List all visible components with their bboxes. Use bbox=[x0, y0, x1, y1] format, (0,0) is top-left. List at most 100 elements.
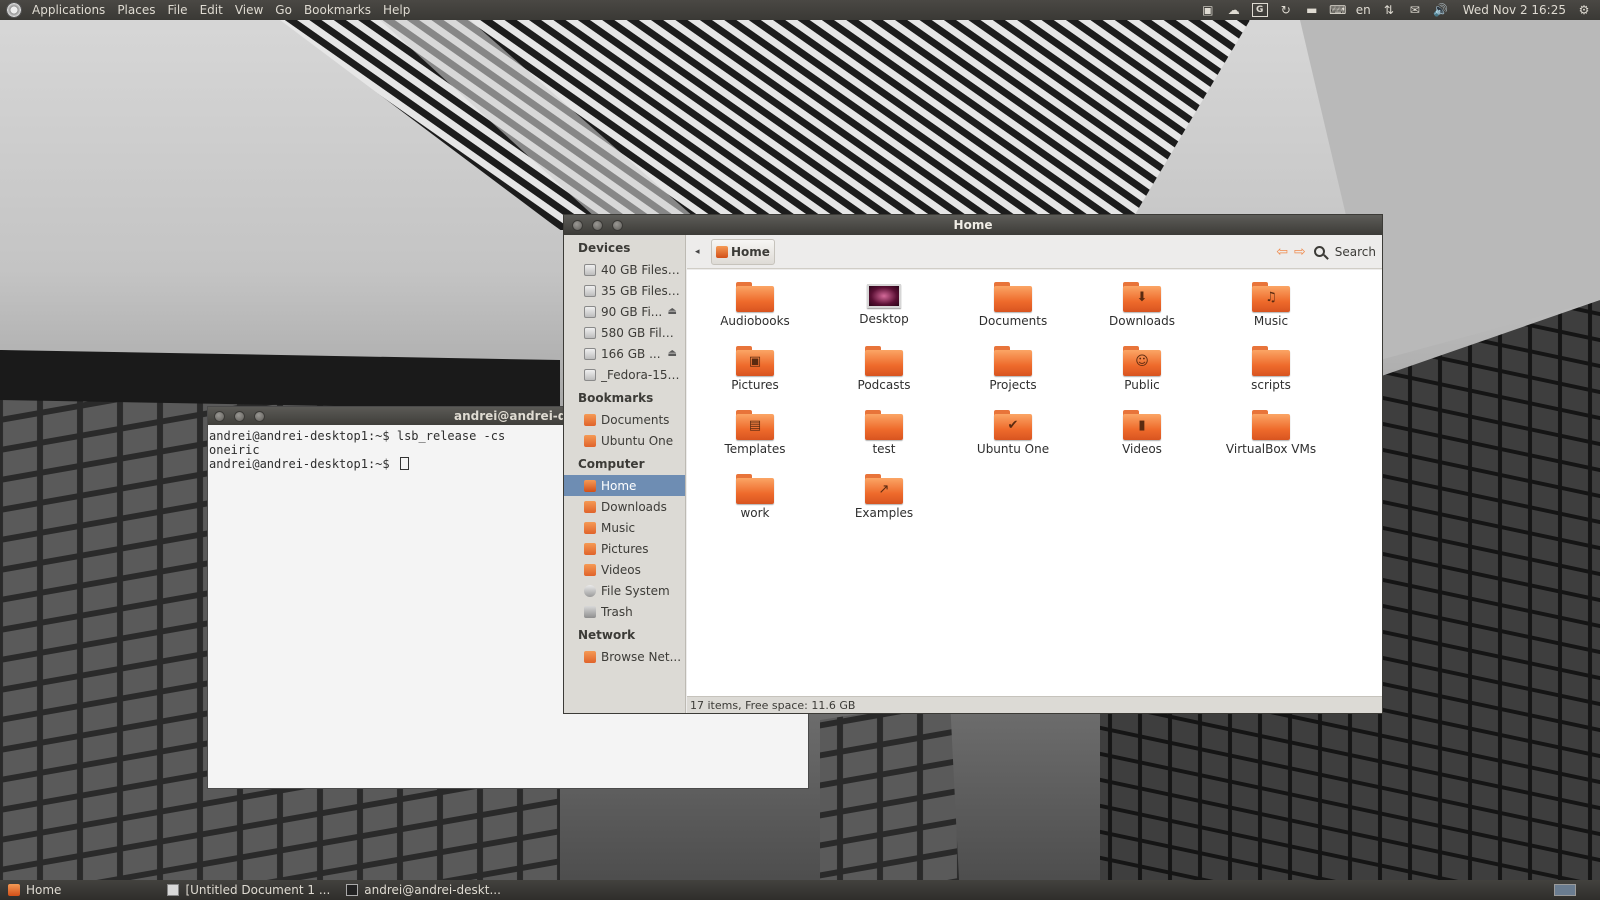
sidebar-item-device[interactable]: _Fedora-15-... bbox=[564, 364, 685, 385]
scroll-left-arrow-icon[interactable]: ◂ bbox=[695, 247, 705, 257]
menu-help[interactable]: Help bbox=[377, 0, 416, 20]
folder-emblem-icon: ♫ bbox=[1265, 290, 1277, 305]
sidebar-header-bookmarks: Bookmarks bbox=[578, 391, 654, 405]
workspace-switcher[interactable] bbox=[1554, 884, 1576, 896]
sidebar-item-ubuntu-one[interactable]: Ubuntu One bbox=[564, 430, 685, 451]
network-icon[interactable]: ▣ bbox=[1200, 3, 1216, 17]
file-item[interactable]: scripts bbox=[1211, 344, 1331, 392]
sync-icon[interactable]: ↻ bbox=[1278, 3, 1294, 17]
sidebar-item-file-system[interactable]: File System bbox=[564, 580, 685, 601]
close-button[interactable] bbox=[214, 410, 225, 422]
folder-emblem-icon: ▤ bbox=[748, 418, 762, 433]
file-item[interactable]: Documents bbox=[953, 280, 1073, 328]
file-item[interactable]: Projects bbox=[953, 344, 1073, 392]
drive-icon bbox=[584, 305, 596, 318]
taskbar-item-gedit[interactable]: [Untitled Document 1 ... bbox=[159, 880, 338, 900]
sidebar-item-trash[interactable]: Trash bbox=[564, 601, 685, 622]
sidebar-item-music[interactable]: Music bbox=[564, 517, 685, 538]
folder-icon bbox=[736, 282, 774, 312]
window-title: Home bbox=[953, 218, 993, 232]
battery-icon[interactable]: ▬ bbox=[1304, 3, 1320, 17]
sidebar-item-home[interactable]: Home bbox=[564, 475, 685, 496]
menu-bookmarks[interactable]: Bookmarks bbox=[298, 0, 377, 20]
file-manager-titlebar[interactable]: Home bbox=[564, 215, 1382, 235]
file-item-label: scripts bbox=[1251, 378, 1291, 392]
sidebar-item-pictures[interactable]: Pictures bbox=[564, 538, 685, 559]
drive-icon bbox=[584, 284, 596, 297]
file-item[interactable]: ▣ Pictures bbox=[695, 344, 815, 392]
file-item[interactable]: Desktop bbox=[824, 280, 944, 326]
file-system-icon bbox=[584, 584, 596, 597]
menu-applications[interactable]: Applications bbox=[26, 0, 111, 20]
file-item[interactable]: ↗ Examples bbox=[824, 472, 944, 520]
sidebar-header-computer: Computer bbox=[578, 457, 645, 471]
sidebar-item-videos[interactable]: Videos bbox=[564, 559, 685, 580]
menu-view[interactable]: View bbox=[229, 0, 269, 20]
folder-emblem-icon: ⬇ bbox=[1136, 290, 1148, 305]
taskbar-item-home[interactable]: Home bbox=[0, 880, 69, 900]
volume-icon[interactable]: 🔊 bbox=[1433, 3, 1449, 17]
folder-emblem-icon: ▮ bbox=[1138, 418, 1146, 433]
cloud-icon[interactable]: ☁ bbox=[1226, 3, 1242, 17]
bottom-panel: Home [Untitled Document 1 ... andrei@and… bbox=[0, 880, 1600, 900]
maximize-button[interactable] bbox=[254, 410, 265, 422]
folder-icon bbox=[1252, 346, 1290, 376]
sidebar-item-device[interactable]: 35 GB Filesy... bbox=[564, 280, 685, 301]
folder-icon: ↗ bbox=[865, 474, 903, 504]
ubuntu-logo-icon[interactable] bbox=[6, 2, 22, 18]
file-item[interactable]: test bbox=[824, 408, 944, 456]
mail-icon[interactable]: ✉ bbox=[1407, 3, 1423, 17]
sidebar-item-device[interactable]: 40 GB Filesy... bbox=[564, 259, 685, 280]
folder-icon: ▮ bbox=[1123, 410, 1161, 440]
file-item[interactable]: Audiobooks bbox=[695, 280, 815, 328]
sidebar-item-device[interactable]: 90 GB Fi... ⏏ bbox=[564, 301, 685, 322]
breadcrumb-home[interactable]: Home bbox=[711, 238, 775, 265]
google-icon[interactable]: G bbox=[1251, 3, 1268, 17]
file-item[interactable]: ✔ Ubuntu One bbox=[953, 408, 1073, 456]
language-indicator[interactable]: en bbox=[1356, 3, 1371, 17]
transfer-icon[interactable]: ⇅ bbox=[1381, 3, 1397, 17]
clock[interactable]: Wed Nov 2 16:25 bbox=[1463, 3, 1566, 17]
sidebar-item-documents[interactable]: Documents bbox=[564, 409, 685, 430]
file-item[interactable]: VirtualBox VMs bbox=[1211, 408, 1331, 456]
keyboard-icon[interactable]: ⌨ bbox=[1329, 3, 1346, 17]
gear-icon[interactable]: ⚙ bbox=[1576, 3, 1592, 17]
sidebar-item-device[interactable]: 580 GB Files... bbox=[564, 322, 685, 343]
file-item-label: Templates bbox=[724, 442, 786, 456]
menu-file[interactable]: File bbox=[161, 0, 193, 20]
home-folder-icon bbox=[716, 245, 728, 258]
file-item[interactable]: ♫ Music bbox=[1211, 280, 1331, 328]
forward-arrow-icon[interactable]: ⇨ bbox=[1294, 244, 1306, 260]
sidebar-item-device[interactable]: 166 GB ... ⏏ bbox=[564, 343, 685, 364]
eject-icon[interactable]: ⏏ bbox=[668, 306, 677, 317]
menu-places[interactable]: Places bbox=[111, 0, 161, 20]
folder-icon bbox=[584, 413, 596, 426]
folder-emblem-icon: ▣ bbox=[748, 354, 762, 369]
file-manager-window[interactable]: Home Devices 40 GB Filesy... 35 GB Files… bbox=[563, 214, 1383, 714]
file-item[interactable]: ☺ Public bbox=[1082, 344, 1202, 392]
taskbar-item-terminal[interactable]: andrei@andrei-deskt... bbox=[338, 880, 509, 900]
file-item-label: Projects bbox=[989, 378, 1037, 392]
sidebar-header-network: Network bbox=[578, 628, 636, 642]
text-editor-icon bbox=[167, 884, 180, 896]
search-button[interactable]: Search bbox=[1313, 245, 1376, 259]
sidebar-item-downloads[interactable]: Downloads bbox=[564, 496, 685, 517]
file-icon-view[interactable]: Audiobooks Desktop Documents ⬇ Downloads ♫ Mus… bbox=[687, 270, 1382, 696]
file-item[interactable]: work bbox=[695, 472, 815, 520]
file-item[interactable]: ⬇ Downloads bbox=[1082, 280, 1202, 328]
file-item[interactable]: ▤ Templates bbox=[695, 408, 815, 456]
eject-icon[interactable]: ⏏ bbox=[668, 348, 677, 359]
sidebar-item-browse-network[interactable]: Browse Net... bbox=[564, 646, 685, 667]
status-bar: 17 items, Free space: 11.6 GB bbox=[687, 696, 1382, 713]
file-item[interactable]: Podcasts bbox=[824, 344, 944, 392]
file-item-label: Documents bbox=[978, 314, 1048, 328]
file-item[interactable]: ▮ Videos bbox=[1082, 408, 1202, 456]
home-folder-icon bbox=[8, 884, 20, 896]
desktop-folder-icon bbox=[867, 284, 901, 308]
music-folder-icon bbox=[584, 521, 596, 534]
folder-emblem-icon: ☺ bbox=[1135, 354, 1149, 369]
menu-edit[interactable]: Edit bbox=[194, 0, 229, 20]
minimize-button[interactable] bbox=[234, 410, 245, 422]
menu-go[interactable]: Go bbox=[269, 0, 298, 20]
back-arrow-icon[interactable]: ⇦ bbox=[1276, 244, 1288, 260]
